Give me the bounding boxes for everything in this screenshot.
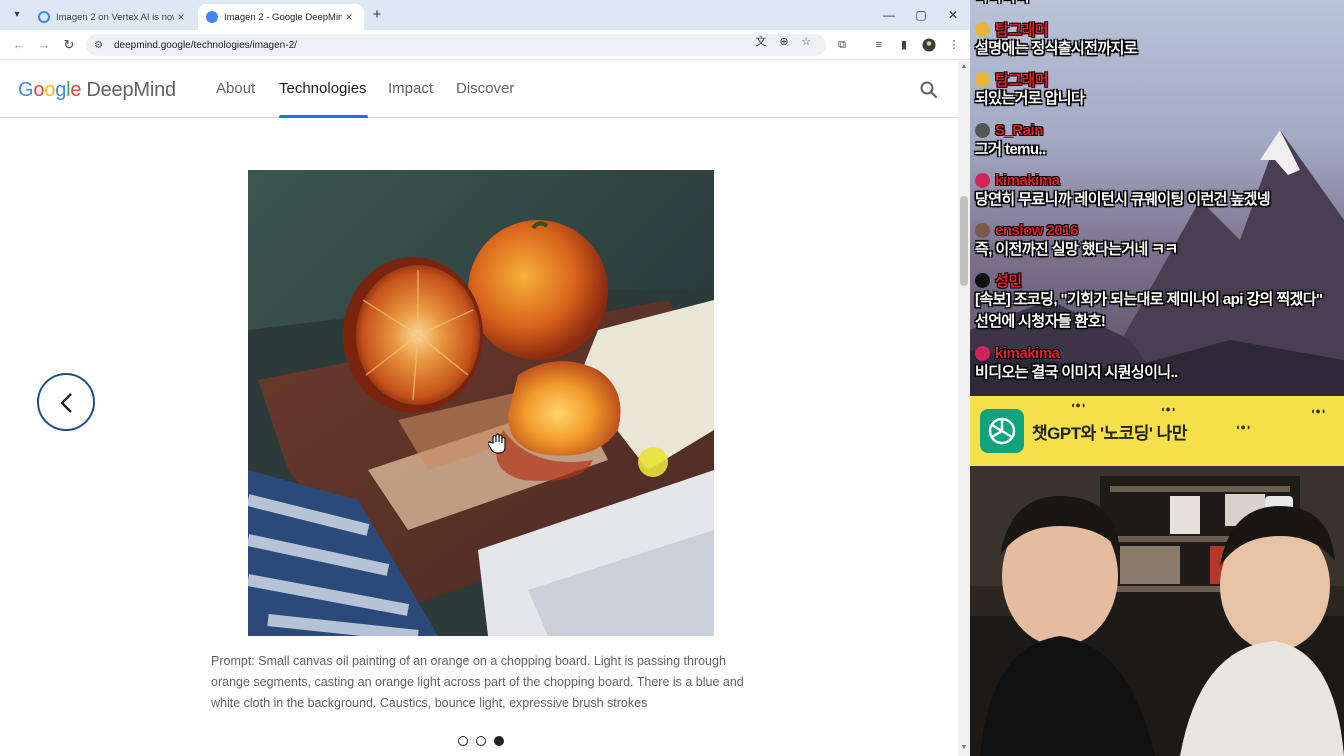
url-text: deepmind.google/technologies/imagen-2/	[114, 39, 297, 51]
chat-text: 설명에는 정식출시전까지로	[975, 40, 1138, 57]
browser-menu-kebab-icon[interactable]: ⋮	[946, 38, 962, 52]
close-window-button[interactable]: ✕	[943, 6, 963, 24]
site-info-icon[interactable]: ⚙	[94, 40, 110, 51]
nav-about[interactable]: About	[216, 80, 255, 97]
tab-imagen-deepmind[interactable]: Imagen 2 - Google DeepMind ×	[198, 4, 364, 30]
forward-arrow-icon[interactable]: →	[35, 36, 53, 54]
browser-toolbar: ← → ↻ ⚙ deepmind.google/technologies/ima…	[0, 30, 970, 60]
deepmind-favicon-icon	[206, 11, 218, 23]
webcam-feed	[970, 466, 1344, 756]
web-page: Google DeepMind About Technologies Impact…	[0, 61, 958, 756]
chat-avatar	[975, 222, 990, 238]
chat-text: 즉, 이전까진 실망 했다는거네 ㅋㅋ	[975, 241, 1178, 258]
tab-close-icon[interactable]: ×	[342, 10, 356, 24]
nav-discover[interactable]: Discover	[456, 80, 514, 97]
minimize-button[interactable]: —	[879, 6, 899, 24]
chat-cut-off-message: ㅋㅋㅋㅋ	[975, 0, 1030, 9]
chat-avatar	[975, 345, 990, 361]
chat-username: kimakima	[995, 171, 1060, 189]
scroll-up-icon[interactable]: ▲	[958, 63, 970, 73]
chat-username: 탐그래머	[995, 21, 1049, 39]
carousel-dot-3[interactable]	[494, 736, 504, 746]
chat-username: enslow 2016	[995, 221, 1078, 239]
chat-text: [속보] 조코딩, "기회가 되는대로 제미나이 api 강의 찍겠다" 선언에…	[975, 291, 1323, 330]
webcam-scene	[970, 466, 1344, 756]
translate-icon[interactable]: 文	[753, 35, 769, 49]
scroll-down-icon[interactable]: ▼	[958, 744, 970, 754]
google-cloud-favicon-icon	[38, 11, 50, 23]
stream-title-banner: ◖●◗ ◖●◗ ◖●◗ ◖●◗ 챗GPT와 '노코딩' 나만	[970, 396, 1344, 466]
chat-message: 탐그래머 되있는거로 압니다	[975, 70, 1085, 110]
chat-username: 성민	[995, 272, 1022, 290]
chat-text: 그거 temu..	[975, 141, 1046, 158]
chat-username: 탐그래머	[995, 71, 1049, 89]
chat-avatar	[975, 21, 990, 37]
nav-technologies[interactable]: Technologies	[279, 80, 367, 97]
bee-decoration-icon: ◖●◗	[1160, 404, 1177, 414]
page-scrollbar[interactable]	[958, 61, 970, 756]
new-tab-plus-icon[interactable]: +	[368, 6, 386, 24]
chat-text: 당연히 무료니까 레이턴시 큐웨이팅 이런건 높겠넹	[975, 191, 1271, 208]
carousel-pagination	[458, 736, 504, 746]
banner-title: 챗GPT와 '노코딩' 나만	[1032, 424, 1187, 443]
google-deepmind-logo[interactable]: Google DeepMind	[18, 79, 176, 102]
zoom-icon[interactable]: ⊕	[776, 35, 792, 49]
chevron-left-icon	[60, 393, 72, 413]
search-icon[interactable]	[918, 79, 940, 101]
chat-username: kimakima	[995, 344, 1060, 362]
carousel-previous-button[interactable]	[37, 373, 95, 431]
nav-impact[interactable]: Impact	[388, 80, 433, 97]
hand-grab-cursor-icon	[487, 433, 508, 455]
tab-search-chevron-icon[interactable]: ▾	[8, 6, 26, 24]
chat-message: 성민 [속보] 조코딩, "기회가 되는대로 제미나이 api 강의 찍겠다" …	[975, 271, 1339, 333]
media-control-icon[interactable]: ≡	[871, 38, 887, 52]
chat-message: S_Rain 그거 temu..	[975, 121, 1046, 161]
chat-message: 탐그래머 설명에는 정식출시전까지로	[975, 20, 1138, 60]
chat-username: S_Rain	[995, 121, 1043, 139]
bee-decoration-icon: ◖●◗	[1235, 422, 1252, 432]
tab-imagen-vertex[interactable]: Imagen 2 on Vertex AI is now ×	[30, 4, 196, 30]
tab-title: Imagen 2 on Vertex AI is now	[56, 11, 174, 23]
maximize-button[interactable]: ▢	[911, 6, 931, 24]
chatgpt-logo-icon	[980, 409, 1024, 453]
browser-window: ▾ Imagen 2 on Vertex AI is now × Imagen …	[0, 0, 970, 756]
chat-avatar	[975, 71, 990, 87]
live-chat-overlay: ㅋㅋㅋㅋ 탐그래머 설명에는 정식출시전까지로 탐그래머 되있는거로 압니다 S…	[970, 0, 1344, 396]
profile-avatar-icon[interactable]	[921, 38, 937, 52]
chat-avatar	[975, 272, 990, 288]
extensions-puzzle-icon[interactable]: ⧉	[834, 38, 850, 52]
active-nav-underline	[279, 115, 368, 118]
tab-close-icon[interactable]: ×	[174, 10, 188, 24]
bee-decoration-icon: ◖●◗	[1070, 400, 1087, 410]
chat-avatar	[975, 122, 990, 138]
address-bar[interactable]: ⚙ deepmind.google/technologies/imagen-2/	[86, 34, 826, 56]
carousel-dot-2[interactable]	[476, 736, 486, 746]
chat-message: kimakima 당연히 무료니까 레이턴시 큐웨이팅 이런건 높겠넹	[975, 171, 1271, 211]
reload-icon[interactable]: ↻	[60, 36, 78, 54]
chat-message: kimakima 비디오는 결국 이미지 시퀀싱이니..	[975, 344, 1178, 384]
tab-title: Imagen 2 - Google DeepMind	[224, 11, 342, 23]
image-prompt-caption: Prompt: Small canvas oil painting of an …	[211, 654, 744, 710]
chat-text: 되있는거로 압니다	[975, 90, 1085, 107]
scrollbar-thumb[interactable]	[960, 196, 968, 286]
tab-strip: ▾ Imagen 2 on Vertex AI is now × Imagen …	[0, 0, 970, 30]
site-header: Google DeepMind About Technologies Impact…	[0, 61, 958, 118]
back-arrow-icon[interactable]: ←	[10, 36, 28, 54]
bee-decoration-icon: ◖●◗	[1310, 406, 1327, 416]
chat-avatar	[975, 172, 990, 188]
bookmark-star-icon[interactable]: ☆	[798, 35, 814, 49]
chat-message: enslow 2016 즉, 이전까진 실망 했다는거네 ㅋㅋ	[975, 221, 1178, 261]
side-panel-icon[interactable]: ▮	[896, 38, 912, 52]
carousel-image-orange-painting	[248, 170, 714, 636]
chat-text: 비디오는 결국 이미지 시퀀싱이니..	[975, 364, 1178, 381]
carousel-dot-1[interactable]	[458, 736, 468, 746]
